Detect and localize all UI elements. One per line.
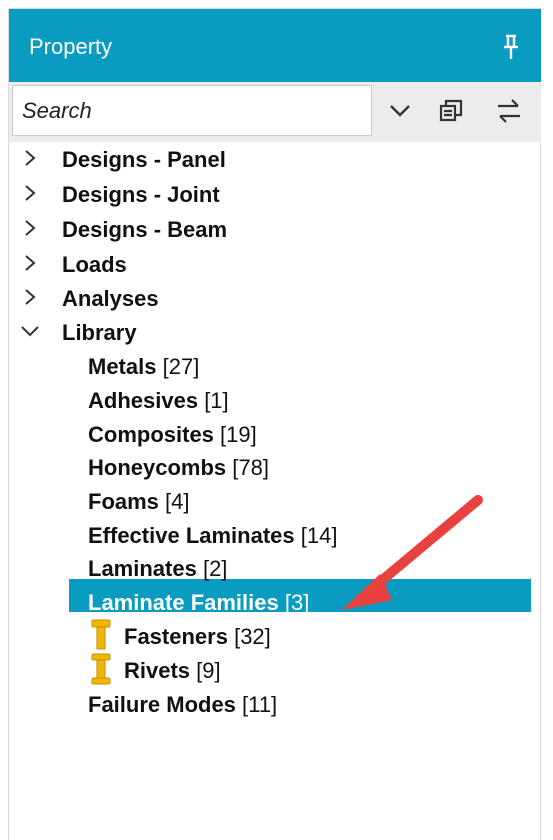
tree-item-rivets[interactable]: Rivets [9] bbox=[124, 656, 221, 686]
tree-item-label: Designs - Panel bbox=[62, 147, 226, 172]
tree-item-label: Analyses bbox=[62, 286, 159, 311]
tree-item-designs-beam[interactable]: Designs - Beam bbox=[62, 215, 227, 245]
tree-item-label: Effective Laminates bbox=[88, 523, 295, 548]
tree-item-composites[interactable]: Composites [19] bbox=[88, 420, 257, 450]
tree-item-label: Designs - Joint bbox=[62, 182, 220, 207]
tree-item-failure-modes[interactable]: Failure Modes [11] bbox=[88, 690, 277, 720]
chevron-down-icon[interactable] bbox=[20, 321, 40, 341]
tree-item-label: Metals bbox=[88, 354, 157, 379]
tree-item-count: [11] bbox=[242, 692, 278, 717]
copy-icon[interactable] bbox=[437, 96, 467, 126]
tree-item-label: Failure Modes bbox=[88, 692, 236, 717]
tree-item-label: Laminate Families bbox=[88, 590, 279, 615]
tree-item-count: [27] bbox=[162, 354, 200, 379]
tree-item-count: [9] bbox=[196, 658, 221, 683]
tree-item-honeycombs[interactable]: Honeycombs [78] bbox=[88, 453, 269, 483]
tree-item-label: Rivets bbox=[124, 658, 191, 683]
tree-item-count: [32] bbox=[234, 624, 271, 649]
tree-item-count: [4] bbox=[165, 489, 190, 514]
tree-item-count: [78] bbox=[232, 455, 269, 480]
panel-title: Property bbox=[29, 34, 113, 59]
tree-item-laminates[interactable]: Laminates [2] bbox=[88, 554, 227, 584]
swap-icon[interactable] bbox=[494, 96, 524, 126]
tree-item-label: Adhesives bbox=[88, 388, 199, 413]
tree-item-label: Designs - Beam bbox=[62, 217, 228, 242]
tree-item-label: Fasteners bbox=[124, 624, 228, 649]
tree-item-effective-laminates[interactable]: Effective Laminates [14] bbox=[88, 521, 337, 551]
chevron-right-icon[interactable] bbox=[20, 218, 40, 238]
fastener-icon bbox=[91, 619, 111, 650]
tree-item-adhesives[interactable]: Adhesives [1] bbox=[88, 386, 229, 416]
chevron-right-icon[interactable] bbox=[20, 183, 40, 203]
tree-item-count: [14] bbox=[300, 523, 338, 548]
tree-item-designs-panel[interactable]: Designs - Panel bbox=[62, 145, 226, 175]
search-input[interactable]: Search bbox=[12, 85, 372, 136]
tree-item-laminate-families[interactable]: Laminate Families [3] bbox=[88, 588, 309, 618]
tree-item-label: Foams bbox=[88, 489, 159, 514]
tree-item-analyses[interactable]: Analyses bbox=[62, 284, 159, 314]
rivet-icon bbox=[91, 653, 111, 685]
chevron-right-icon[interactable] bbox=[20, 287, 40, 307]
tree-item-foams[interactable]: Foams [4] bbox=[88, 487, 190, 517]
tree-item-label: Composites bbox=[88, 422, 214, 447]
chevron-right-icon[interactable] bbox=[20, 148, 40, 168]
tree-item-count: [19] bbox=[220, 422, 257, 447]
tree-item-count: [2] bbox=[202, 556, 228, 581]
pin-icon[interactable] bbox=[500, 33, 522, 61]
tree-item-count: [3] bbox=[284, 590, 310, 615]
tree-item-label: Loads bbox=[62, 252, 127, 277]
tree-item-label: Honeycombs bbox=[88, 455, 227, 480]
tree-item-library[interactable]: Library bbox=[62, 318, 137, 348]
chevron-right-icon[interactable] bbox=[20, 253, 40, 273]
search-toolbar: Search bbox=[9, 82, 541, 142]
tree-item-count: [1] bbox=[204, 388, 229, 413]
tree-item-fasteners[interactable]: Fasteners [32] bbox=[124, 622, 271, 652]
panel-header: Property bbox=[9, 9, 541, 82]
tree-item-loads[interactable]: Loads bbox=[62, 250, 127, 280]
chevron-down-icon[interactable] bbox=[385, 96, 415, 126]
tree-item-label: Laminates bbox=[88, 556, 197, 581]
tree-item-metals[interactable]: Metals [27] bbox=[88, 352, 199, 382]
tree-item-label: Library bbox=[62, 320, 137, 345]
tree-item-designs-joint[interactable]: Designs - Joint bbox=[62, 180, 220, 210]
